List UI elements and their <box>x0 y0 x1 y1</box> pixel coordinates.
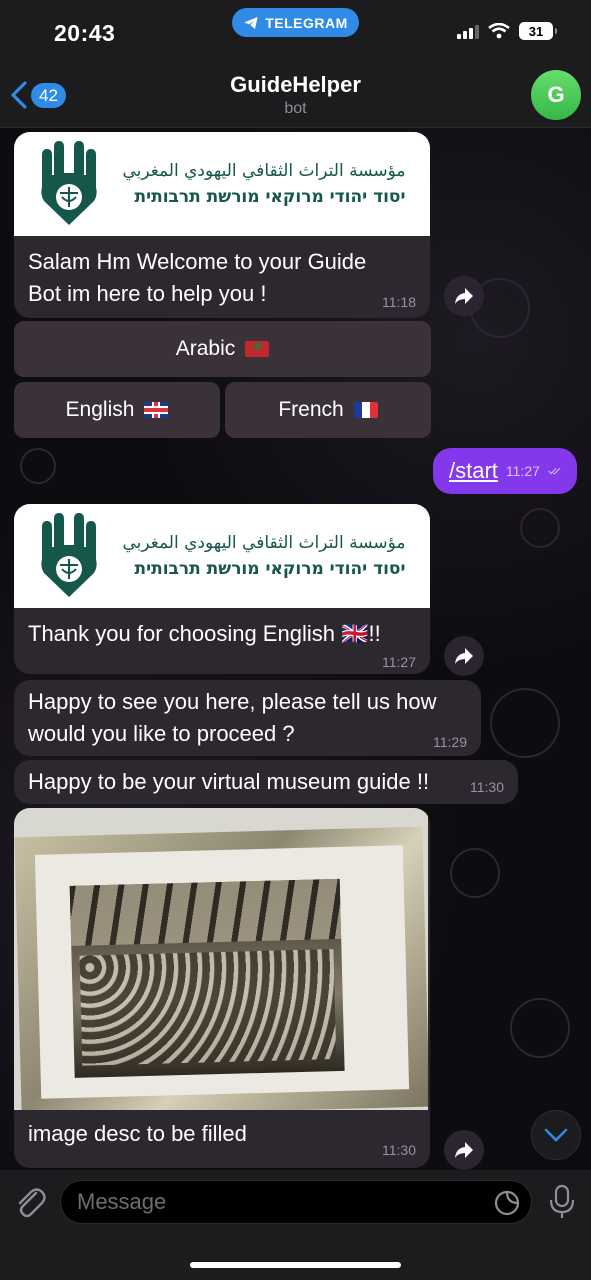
battery-level: 31 <box>528 23 544 39</box>
status-icons: 31 <box>457 22 557 40</box>
status-time: 20:43 <box>54 20 116 46</box>
message-time: 11:27 <box>505 463 540 479</box>
status-bar: 20:43 TELEGRAM 31 <box>0 0 591 62</box>
message-start-outgoing[interactable]: /start 11:27 <box>433 448 577 494</box>
bot-command-link[interactable]: /start <box>449 458 498 484</box>
logo-hebrew-text: יסוד יהודי מרוקאי מורשת תרבותית <box>134 187 406 207</box>
sticker-icon <box>494 1190 520 1216</box>
cellular-signal-icon <box>457 23 479 39</box>
foundation-logo-image: مؤسسة التراث الثقافي اليهودي المغربي יסו… <box>14 132 430 236</box>
sticker-button[interactable] <box>493 1189 521 1222</box>
paperclip-icon <box>18 1188 46 1218</box>
photo-crowd <box>79 949 337 1066</box>
message-input-bar <box>0 1170 591 1280</box>
message-time: 11:30 <box>470 779 504 795</box>
chat-subtitle: bot <box>284 100 307 117</box>
uk-flag-icon <box>144 402 169 418</box>
chat-title[interactable]: GuideHelper <box>0 72 591 98</box>
forward-arrow-icon <box>455 648 473 664</box>
logo-arabic-text: مؤسسة التراث الثقافي اليهودي المغربي <box>122 161 406 181</box>
message-time: 11:30 <box>382 1142 416 1158</box>
language-button-arabic[interactable]: Arabic <box>14 321 431 377</box>
return-app-label: TELEGRAM <box>265 14 348 31</box>
photo-roof <box>69 878 342 946</box>
wallpaper-doodle <box>510 998 570 1058</box>
forward-button[interactable] <box>444 1130 484 1170</box>
wallpaper-doodle <box>520 508 560 548</box>
wallpaper-doodle <box>450 848 500 898</box>
button-label: Arabic <box>175 337 236 360</box>
logo-text: مؤسسة التراث الثقافي اليهودي المغربي יסו… <box>122 533 405 579</box>
microphone-icon <box>549 1184 575 1218</box>
message-thanks[interactable]: مؤسسة التراث الثقافي اليهودي المغربي יסו… <box>14 504 430 674</box>
chat-header: 42 GuideHelper bot G <box>0 62 591 128</box>
logo-text: مؤسسة التراث الثقافي اليهودي المغربي יסו… <box>122 161 405 207</box>
framed-photo-image[interactable] <box>14 808 428 1110</box>
language-button-french[interactable]: French <box>225 382 431 438</box>
attach-button[interactable] <box>14 1184 46 1225</box>
voice-message-button[interactable] <box>549 1184 575 1225</box>
morocco-flag-icon <box>245 341 270 357</box>
button-label: French <box>278 398 344 421</box>
button-label: English <box>65 398 135 421</box>
message-input[interactable] <box>77 1181 477 1223</box>
message-time: 11:27 <box>382 654 416 670</box>
message-text: image desc to be filled <box>28 1121 247 1146</box>
avatar-letter: G <box>547 82 565 107</box>
bot-avatar[interactable]: G <box>531 70 581 120</box>
logo-arabic-text: مؤسسة التراث الثقافي اليهودي المغربي <box>122 533 406 553</box>
double-check-icon <box>548 468 561 475</box>
forward-arrow-icon <box>455 1142 473 1158</box>
message-text: Thank you for choosing English 🇬🇧!! <box>28 621 381 646</box>
forward-arrow-icon <box>455 288 473 304</box>
wifi-icon <box>488 23 510 39</box>
home-indicator[interactable] <box>190 1262 401 1268</box>
wallpaper-doodle <box>20 448 56 484</box>
chat-area[interactable]: مؤسسة التراث الثقافي اليهودي المغربي יסו… <box>0 128 591 1170</box>
message-text: Salam Hm Welcome to your Guide Bot im he… <box>28 249 367 306</box>
message-proceed[interactable]: Happy to see you here, please tell us ho… <box>14 680 481 756</box>
language-button-english[interactable]: English <box>14 382 220 438</box>
hamsa-logo-icon <box>41 141 98 225</box>
message-image[interactable]: image desc to be filled 11:30 <box>14 808 430 1168</box>
message-guide[interactable]: Happy to be your virtual museum guide !!… <box>14 760 518 804</box>
france-flag-icon <box>353 402 378 418</box>
message-time: 11:18 <box>382 294 416 310</box>
group-photo <box>69 878 345 1078</box>
message-field[interactable] <box>60 1180 532 1224</box>
message-text: Happy to be your virtual museum guide !! <box>28 769 430 794</box>
foundation-logo-image: مؤسسة التراث الثقافي اليهودي المغربي יסו… <box>14 504 430 608</box>
message-text: Happy to see you here, please tell us ho… <box>28 689 437 746</box>
telegram-plane-icon <box>244 16 258 29</box>
return-to-telegram-pill[interactable]: TELEGRAM <box>232 8 359 37</box>
scroll-to-bottom-button[interactable] <box>531 1110 581 1160</box>
hamsa-logo-icon <box>41 513 98 597</box>
forward-button[interactable] <box>444 276 484 316</box>
wallpaper-doodle <box>490 688 560 758</box>
chevron-down-icon <box>544 1128 568 1142</box>
logo-hebrew-text: יסוד יהודי מרוקאי מורשת תרבותית <box>134 559 406 579</box>
battery-icon: 31 <box>519 22 557 40</box>
message-time: 11:29 <box>433 734 467 750</box>
picture-frame <box>14 826 428 1110</box>
forward-button[interactable] <box>444 636 484 676</box>
message-welcome[interactable]: مؤسسة التراث الثقافي اليهودي المغربي יסו… <box>14 132 430 318</box>
